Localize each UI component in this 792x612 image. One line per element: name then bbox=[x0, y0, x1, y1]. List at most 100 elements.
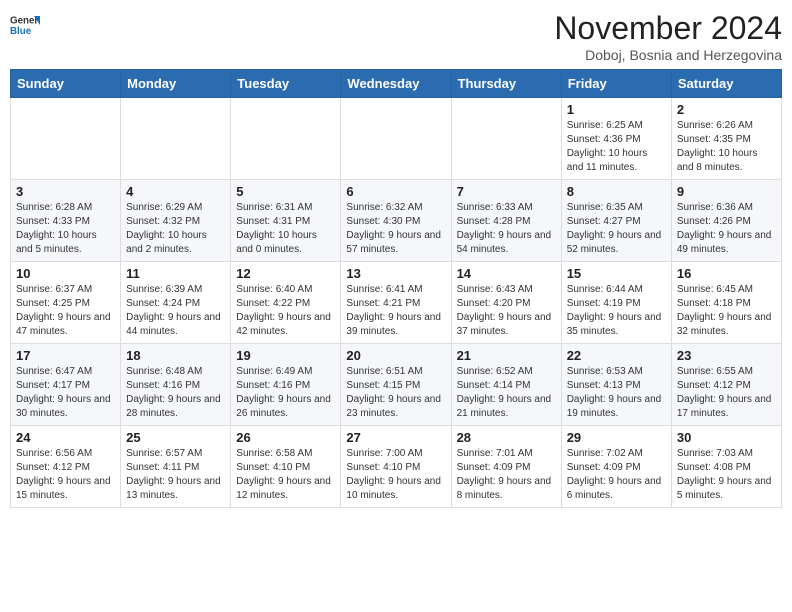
day-of-week-sunday: Sunday bbox=[11, 70, 121, 98]
day-info: Sunrise: 6:43 AMSunset: 4:20 PMDaylight:… bbox=[457, 283, 556, 339]
day-info: Sunrise: 6:31 AMSunset: 4:31 PMDaylight:… bbox=[236, 201, 335, 257]
calendar-cell: 2 Sunrise: 6:26 AMSunset: 4:35 PMDaylight… bbox=[671, 98, 781, 180]
day-number: 11 bbox=[126, 266, 225, 281]
day-info: Sunrise: 6:39 AMSunset: 4:24 PMDaylight:… bbox=[126, 283, 225, 339]
day-number: 30 bbox=[677, 430, 776, 445]
day-info: Sunrise: 6:51 AMSunset: 4:15 PMDaylight:… bbox=[346, 365, 445, 421]
day-number: 29 bbox=[567, 430, 666, 445]
day-number: 5 bbox=[236, 184, 335, 199]
logo-icon: General Blue bbox=[10, 10, 40, 40]
day-of-week-friday: Friday bbox=[561, 70, 671, 98]
calendar-cell: 13Sunrise: 6:41 AMSunset: 4:21 PMDayligh… bbox=[341, 262, 451, 344]
calendar-week-row: 17 Sunrise: 6:47 AMSunset: 4:17 PMDayligh… bbox=[11, 344, 782, 426]
day-info: Sunrise: 6:53 AMSunset: 4:13 PMDaylight:… bbox=[567, 365, 666, 421]
calendar-week-row: 1Sunrise: 6:25 AMSunset: 4:36 PMDaylight… bbox=[11, 98, 782, 180]
day-info: Sunrise: 6:52 AMSunset: 4:14 PMDaylight:… bbox=[457, 365, 556, 421]
calendar-week-row: 10 Sunrise: 6:37 AMSunset: 4:25 PMDayligh… bbox=[11, 262, 782, 344]
day-info: Sunrise: 6:28 AMSunset: 4:33 PMDaylight:… bbox=[16, 201, 115, 257]
day-number: 2 bbox=[677, 102, 776, 117]
day-info: Sunrise: 6:25 AMSunset: 4:36 PMDaylight:… bbox=[567, 119, 666, 175]
day-info: Sunrise: 7:00 AMSunset: 4:10 PMDaylight:… bbox=[346, 447, 445, 503]
calendar-cell: 6 Sunrise: 6:32 AMSunset: 4:30 PMDaylight… bbox=[341, 180, 451, 262]
day-info: Sunrise: 6:33 AMSunset: 4:28 PMDaylight:… bbox=[457, 201, 556, 257]
day-number: 16 bbox=[677, 266, 776, 281]
day-info: Sunrise: 6:58 AMSunset: 4:10 PMDaylight:… bbox=[236, 447, 335, 503]
calendar-cell: 1Sunrise: 6:25 AMSunset: 4:36 PMDaylight… bbox=[561, 98, 671, 180]
day-info: Sunrise: 6:37 AMSunset: 4:25 PMDaylight:… bbox=[16, 283, 115, 339]
logo: General Blue bbox=[10, 10, 40, 40]
day-number: 10 bbox=[16, 266, 115, 281]
day-number: 17 bbox=[16, 348, 115, 363]
header: General Blue November 2024 Doboj, Bosnia… bbox=[10, 10, 782, 63]
calendar-cell bbox=[231, 98, 341, 180]
day-number: 26 bbox=[236, 430, 335, 445]
calendar-cell: 18 Sunrise: 6:48 AMSunset: 4:16 PMDayligh… bbox=[121, 344, 231, 426]
day-info: Sunrise: 6:45 AMSunset: 4:18 PMDaylight:… bbox=[677, 283, 776, 339]
calendar-cell: 8Sunrise: 6:35 AMSunset: 4:27 PMDaylight… bbox=[561, 180, 671, 262]
calendar-cell: 15 Sunrise: 6:44 AMSunset: 4:19 PMDayligh… bbox=[561, 262, 671, 344]
day-info: Sunrise: 6:26 AMSunset: 4:35 PMDaylight:… bbox=[677, 119, 776, 175]
day-number: 15 bbox=[567, 266, 666, 281]
day-number: 23 bbox=[677, 348, 776, 363]
calendar-cell: 21 Sunrise: 6:52 AMSunset: 4:14 PMDayligh… bbox=[451, 344, 561, 426]
day-info: Sunrise: 6:29 AMSunset: 4:32 PMDaylight:… bbox=[126, 201, 225, 257]
day-of-week-wednesday: Wednesday bbox=[341, 70, 451, 98]
day-number: 28 bbox=[457, 430, 556, 445]
calendar-cell bbox=[341, 98, 451, 180]
svg-text:Blue: Blue bbox=[10, 26, 32, 37]
day-number: 8 bbox=[567, 184, 666, 199]
day-number: 12 bbox=[236, 266, 335, 281]
calendar-cell: 20 Sunrise: 6:51 AMSunset: 4:15 PMDayligh… bbox=[341, 344, 451, 426]
calendar-cell: 22Sunrise: 6:53 AMSunset: 4:13 PMDayligh… bbox=[561, 344, 671, 426]
calendar-cell: 28 Sunrise: 7:01 AMSunset: 4:09 PMDayligh… bbox=[451, 426, 561, 508]
day-info: Sunrise: 6:41 AMSunset: 4:21 PMDaylight:… bbox=[346, 283, 445, 339]
day-of-week-saturday: Saturday bbox=[671, 70, 781, 98]
calendar-cell: 10 Sunrise: 6:37 AMSunset: 4:25 PMDayligh… bbox=[11, 262, 121, 344]
day-of-week-monday: Monday bbox=[121, 70, 231, 98]
day-number: 27 bbox=[346, 430, 445, 445]
calendar-cell: 26 Sunrise: 6:58 AMSunset: 4:10 PMDayligh… bbox=[231, 426, 341, 508]
day-number: 24 bbox=[16, 430, 115, 445]
day-info: Sunrise: 7:01 AMSunset: 4:09 PMDaylight:… bbox=[457, 447, 556, 503]
day-info: Sunrise: 6:55 AMSunset: 4:12 PMDaylight:… bbox=[677, 365, 776, 421]
day-info: Sunrise: 6:36 AMSunset: 4:26 PMDaylight:… bbox=[677, 201, 776, 257]
location-subtitle: Doboj, Bosnia and Herzegovina bbox=[554, 47, 782, 63]
day-info: Sunrise: 6:47 AMSunset: 4:17 PMDaylight:… bbox=[16, 365, 115, 421]
calendar-cell: 29 Sunrise: 7:02 AMSunset: 4:09 PMDayligh… bbox=[561, 426, 671, 508]
calendar-cell: 24Sunrise: 6:56 AMSunset: 4:12 PMDayligh… bbox=[11, 426, 121, 508]
calendar-cell: 23 Sunrise: 6:55 AMSunset: 4:12 PMDayligh… bbox=[671, 344, 781, 426]
title-area: November 2024 Doboj, Bosnia and Herzegov… bbox=[554, 10, 782, 63]
calendar-week-row: 24Sunrise: 6:56 AMSunset: 4:12 PMDayligh… bbox=[11, 426, 782, 508]
day-number: 6 bbox=[346, 184, 445, 199]
calendar-cell: 3 Sunrise: 6:28 AMSunset: 4:33 PMDaylight… bbox=[11, 180, 121, 262]
day-info: Sunrise: 6:44 AMSunset: 4:19 PMDaylight:… bbox=[567, 283, 666, 339]
calendar-table: SundayMondayTuesdayWednesdayThursdayFrid… bbox=[10, 69, 782, 508]
day-number: 20 bbox=[346, 348, 445, 363]
calendar-cell bbox=[121, 98, 231, 180]
calendar-cell: 4 Sunrise: 6:29 AMSunset: 4:32 PMDaylight… bbox=[121, 180, 231, 262]
day-info: Sunrise: 6:57 AMSunset: 4:11 PMDaylight:… bbox=[126, 447, 225, 503]
calendar-cell: 30 Sunrise: 7:03 AMSunset: 4:08 PMDayligh… bbox=[671, 426, 781, 508]
day-of-week-tuesday: Tuesday bbox=[231, 70, 341, 98]
day-info: Sunrise: 6:49 AMSunset: 4:16 PMDaylight:… bbox=[236, 365, 335, 421]
day-info: Sunrise: 6:40 AMSunset: 4:22 PMDaylight:… bbox=[236, 283, 335, 339]
calendar-header-row: SundayMondayTuesdayWednesdayThursdayFrid… bbox=[11, 70, 782, 98]
day-number: 21 bbox=[457, 348, 556, 363]
calendar-cell: 12 Sunrise: 6:40 AMSunset: 4:22 PMDayligh… bbox=[231, 262, 341, 344]
calendar-week-row: 3 Sunrise: 6:28 AMSunset: 4:33 PMDaylight… bbox=[11, 180, 782, 262]
day-of-week-thursday: Thursday bbox=[451, 70, 561, 98]
day-info: Sunrise: 7:02 AMSunset: 4:09 PMDaylight:… bbox=[567, 447, 666, 503]
day-info: Sunrise: 7:03 AMSunset: 4:08 PMDaylight:… bbox=[677, 447, 776, 503]
day-number: 25 bbox=[126, 430, 225, 445]
day-number: 18 bbox=[126, 348, 225, 363]
day-info: Sunrise: 6:32 AMSunset: 4:30 PMDaylight:… bbox=[346, 201, 445, 257]
day-number: 3 bbox=[16, 184, 115, 199]
day-number: 19 bbox=[236, 348, 335, 363]
month-title: November 2024 bbox=[554, 10, 782, 47]
calendar-cell: 9Sunrise: 6:36 AMSunset: 4:26 PMDaylight… bbox=[671, 180, 781, 262]
day-number: 4 bbox=[126, 184, 225, 199]
calendar-cell bbox=[451, 98, 561, 180]
day-info: Sunrise: 6:48 AMSunset: 4:16 PMDaylight:… bbox=[126, 365, 225, 421]
calendar-cell: 19 Sunrise: 6:49 AMSunset: 4:16 PMDayligh… bbox=[231, 344, 341, 426]
day-number: 14 bbox=[457, 266, 556, 281]
